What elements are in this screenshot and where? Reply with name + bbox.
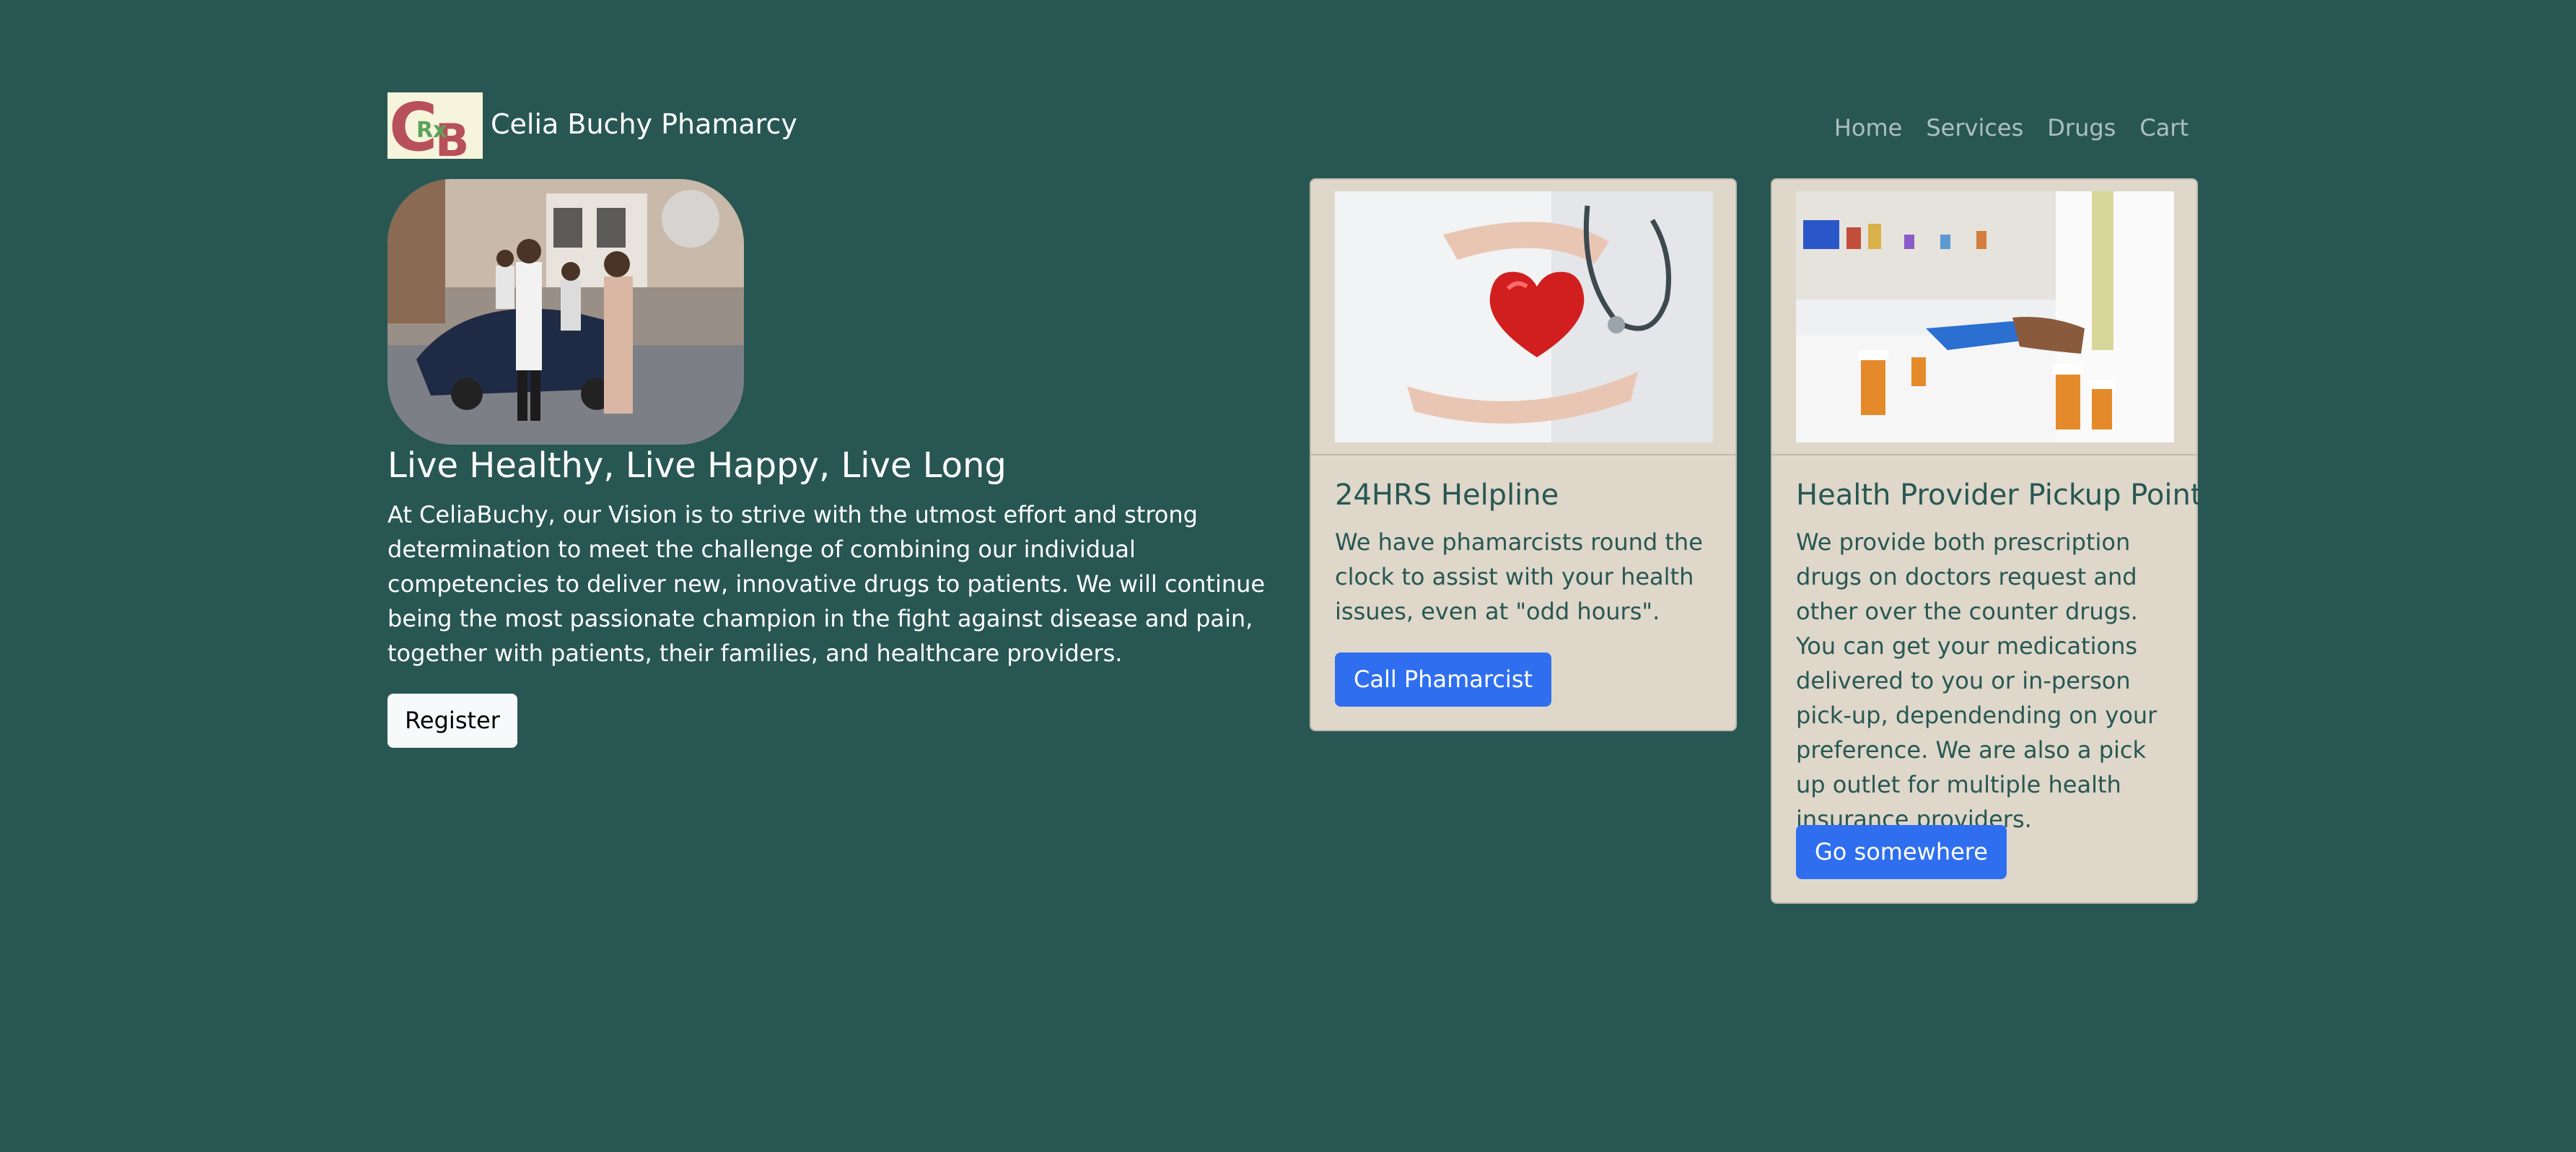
hero-family-photo	[387, 179, 744, 445]
pickup-point-card: Health Provider Pickup Point We provide …	[1771, 178, 2202, 904]
nav-cart-link[interactable]: Cart	[2139, 111, 2189, 144]
register-button[interactable]: Register	[387, 694, 517, 748]
hero-title: Live Healthy, Live Happy, Live Long	[387, 445, 1007, 486]
helpline-card-text: We have phamarcists round the clock to a…	[1335, 528, 1703, 625]
navbar: C B Rx Celia Buchy Phamarcy Home Service…	[387, 92, 2189, 162]
nav-home-link[interactable]: Home	[1834, 111, 1903, 144]
nav-services-link[interactable]: Services	[1926, 111, 2023, 144]
helpline-card: 24HRS Helpline We have phamarcists round…	[1310, 178, 1737, 731]
svg-text:Rx: Rx	[416, 118, 447, 143]
pickup-card-image	[1796, 191, 2174, 442]
card-divider	[1311, 454, 1735, 455]
brand-name[interactable]: Celia Buchy Phamarcy	[491, 107, 797, 141]
helpline-card-image	[1335, 191, 1713, 442]
nav-links: Home Services Drugs Cart	[1834, 111, 2189, 144]
hero-vision-text: At CeliaBuchy, our Vision is to strive w…	[387, 501, 1266, 667]
pickup-card-title: Health Provider Pickup Point	[1796, 479, 2202, 512]
pickup-card-text: We provide both prescription drugs on do…	[1796, 528, 2157, 833]
call-pharmacist-button[interactable]: Call Phamarcist	[1335, 653, 1552, 707]
card-divider	[1772, 454, 2196, 455]
go-somewhere-button[interactable]: Go somewhere	[1796, 825, 2007, 879]
brand-logo[interactable]: C B Rx	[387, 92, 483, 159]
helpline-card-title: 24HRS Helpline	[1335, 479, 1559, 512]
nav-drugs-link[interactable]: Drugs	[2047, 111, 2116, 144]
